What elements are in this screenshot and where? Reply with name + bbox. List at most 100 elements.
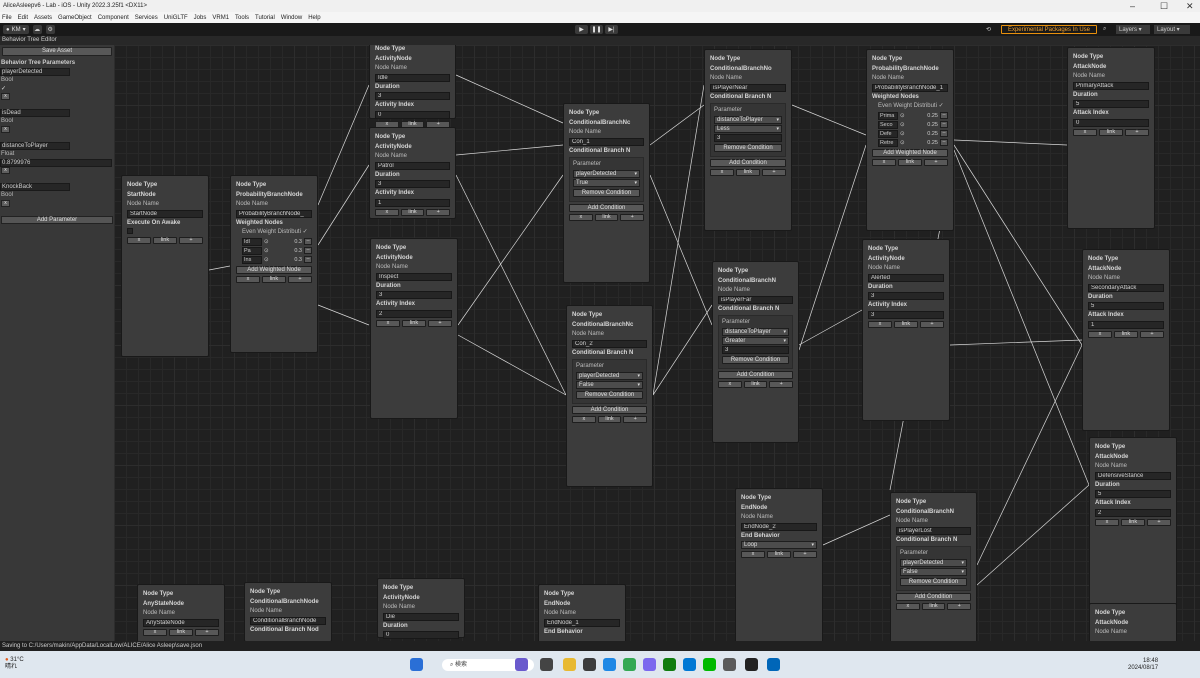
node-secondary[interactable]: Node Type AttackNode Node Name SecondaryAtt… [1082, 249, 1170, 431]
duration-input[interactable]: 5 [1095, 490, 1171, 498]
node-name-input[interactable]: ConditionalBranchNode [250, 616, 326, 625]
cloud-icon[interactable]: ☁ [32, 25, 42, 34]
link-button[interactable]: link [400, 208, 425, 216]
node-die[interactable]: Node Type ActivityNode Node Name Die Duratio… [377, 578, 465, 639]
menu-item[interactable]: Assets [34, 15, 52, 21]
weighted-node-name[interactable]: Pa [242, 246, 262, 255]
value-dropdown[interactable]: True [573, 178, 640, 187]
index-input[interactable]: 1 [1088, 320, 1164, 329]
index-input[interactable]: 1 [375, 198, 450, 207]
menu-item[interactable]: Jobs [194, 15, 207, 21]
add-condition-button[interactable]: Add Condition [896, 592, 971, 601]
link-button[interactable]: link [921, 602, 946, 610]
param-checkbox[interactable]: ✓ [0, 85, 114, 93]
unity-icon[interactable] [745, 658, 758, 671]
remove-param-button[interactable]: x [1, 93, 10, 100]
remove-condition-button[interactable]: Remove Condition [714, 143, 782, 152]
node-lost[interactable]: Node Type ConditionalBranchN Node Name isPl… [890, 492, 977, 641]
weighted-node-name[interactable]: Retre [878, 138, 898, 147]
node-idle[interactable]: Node Type ActivityNode Node Name Idle Durati… [369, 45, 456, 128]
add-child-button[interactable]: + [793, 551, 817, 558]
add-child-button[interactable]: + [1147, 518, 1171, 526]
graph-canvas[interactable]: Node Type StartNode Node Name StartNode Exec… [114, 45, 1200, 641]
unity-hub-icon[interactable] [583, 658, 596, 671]
delete-node-button[interactable]: x [1095, 518, 1119, 526]
threshold-input[interactable]: 3 [722, 345, 789, 354]
param-value[interactable]: 0.8799976 [0, 159, 112, 167]
param-name[interactable]: playerDetected [0, 68, 70, 76]
node-inspect[interactable]: Node Type ActivityNode Node Name Inspect Dur… [370, 238, 458, 419]
experimental-packages-button[interactable]: Experimental Packages In Use [1001, 25, 1097, 34]
add-child-button[interactable]: + [920, 320, 944, 328]
link-button[interactable]: link [1114, 330, 1138, 338]
link-button[interactable]: link [767, 551, 791, 558]
index-input[interactable]: 3 [868, 310, 944, 319]
pause-button[interactable]: ❚❚ [590, 25, 603, 34]
node-name-input[interactable]: isPlayerLost [896, 526, 971, 535]
menu-item[interactable]: Help [308, 15, 320, 21]
discord-icon[interactable] [643, 658, 656, 671]
add-child-button[interactable]: + [769, 380, 794, 388]
add-weighted-node-button[interactable]: Add Weighted Node [872, 148, 948, 157]
param-name[interactable]: distanceToPlayer [0, 142, 70, 150]
add-child-button[interactable]: + [762, 168, 786, 176]
start-icon[interactable] [410, 658, 423, 671]
delete-node-button[interactable]: x [569, 213, 593, 221]
close-icon[interactable]: ✕ [1186, 0, 1194, 12]
layers-dropdown[interactable]: Layers ▾ [1116, 25, 1150, 34]
play-button[interactable]: ▶ [575, 25, 588, 34]
add-condition-button[interactable]: Add Condition [569, 203, 644, 212]
link-button[interactable]: link [262, 275, 286, 283]
weight-value[interactable]: 0.25 [907, 131, 938, 137]
weight-value[interactable]: 0.3 [271, 257, 302, 263]
add-child-button[interactable]: + [947, 602, 972, 610]
duration-input[interactable]: 3 [868, 292, 944, 300]
add-condition-button[interactable]: Add Condition [718, 370, 793, 379]
weighted-node-name[interactable]: Idl [242, 237, 262, 246]
gallery-icon[interactable] [723, 658, 736, 671]
link-button[interactable]: link [736, 168, 760, 176]
layout-dropdown[interactable]: Layout ▾ [1154, 25, 1190, 34]
remove-weight-button[interactable]: – [304, 238, 312, 245]
node-name-input[interactable]: ProbabilityBranchNode_1 [872, 83, 948, 92]
node-name-input[interactable]: StartNode [127, 209, 203, 218]
remove-param-button[interactable]: x [1, 200, 10, 207]
link-button[interactable]: link [594, 213, 619, 221]
account-dropdown[interactable]: ● KM ▾ [3, 25, 29, 34]
weather-widget[interactable]: ● 31°C 晴れ [5, 657, 24, 671]
node-name-input[interactable]: DefensiveStance [1095, 471, 1171, 480]
minimize-icon[interactable]: – [1130, 0, 1135, 12]
delete-node-button[interactable]: x [127, 236, 151, 244]
node-alerted[interactable]: Node Type ActivityNode Node Name Alerted Dur… [862, 239, 950, 421]
node-name-input[interactable]: ProbabilityBranchNode_ [236, 209, 312, 218]
delete-node-button[interactable]: x [868, 320, 892, 328]
index-input[interactable]: 2 [1095, 508, 1171, 517]
delete-node-button[interactable]: x [741, 551, 765, 558]
param-name[interactable]: isDead [0, 109, 70, 117]
step-button[interactable]: ▶| [605, 25, 618, 34]
node-far[interactable]: Node Type ConditionalBranchN Node Name isPl… [712, 261, 799, 443]
even-weight-toggle[interactable]: Even Weight Distributi ✓ [872, 102, 948, 112]
parameter-dropdown[interactable]: playerDetected [576, 371, 643, 380]
node-name-input[interactable]: SecondaryAttack [1088, 283, 1164, 292]
delete-node-button[interactable]: x [710, 168, 734, 176]
xbox-icon[interactable] [663, 658, 676, 671]
weight-value[interactable]: 0.3 [271, 239, 302, 245]
menu-item[interactable]: VRM1 [212, 15, 229, 21]
weighted-node-name[interactable]: Ins [242, 255, 262, 264]
remove-weight-button[interactable]: – [940, 130, 948, 137]
widgets-icon[interactable] [515, 658, 528, 671]
delete-node-button[interactable]: x [896, 602, 920, 610]
value-dropdown[interactable]: False [900, 567, 967, 576]
add-child-button[interactable]: + [179, 236, 203, 244]
node-patrol[interactable]: Node Type ActivityNode Node Name Patrol Dura… [369, 127, 456, 219]
add-child-button[interactable]: + [428, 319, 452, 327]
menu-item[interactable]: Window [281, 15, 302, 21]
node-name-input[interactable]: EndNode_2 [741, 522, 817, 531]
node-end2[interactable]: Node Type EndNode Node Name EndNode_2 End Be… [735, 488, 823, 641]
menu-item[interactable]: Component [98, 15, 129, 21]
remove-weight-button[interactable]: – [304, 247, 312, 254]
menu-item[interactable]: Tutorial [255, 15, 275, 21]
node-name-input[interactable]: isPlayerFar [718, 295, 793, 304]
link-button[interactable]: link [743, 380, 768, 388]
